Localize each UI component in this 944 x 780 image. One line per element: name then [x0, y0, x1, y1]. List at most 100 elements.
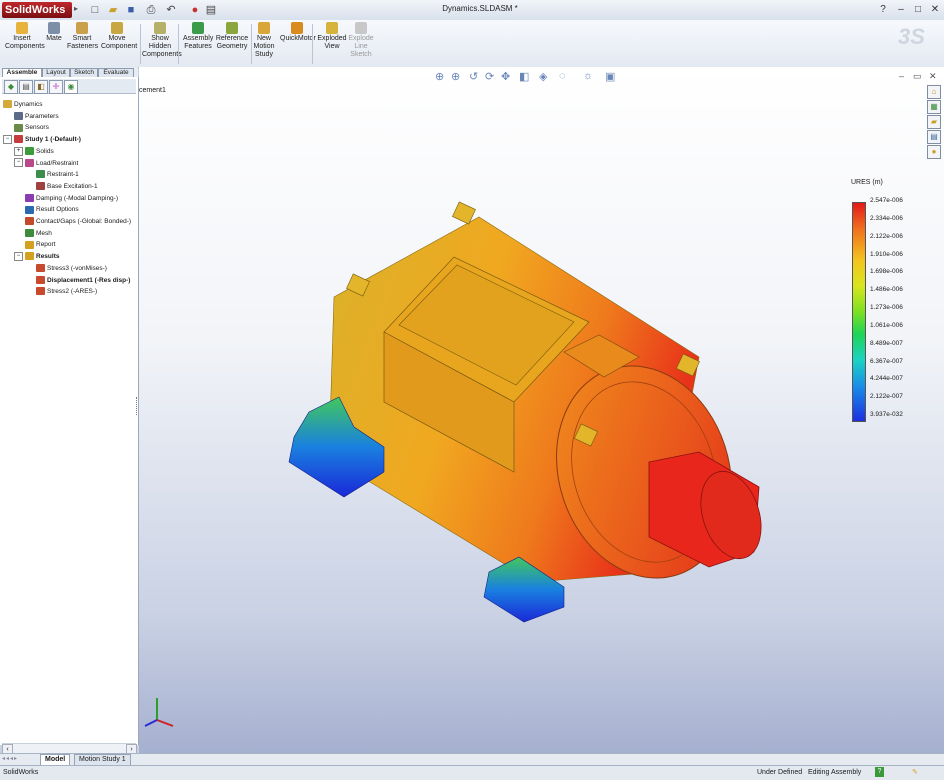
ribbon-label: Explode Line Sketch: [348, 35, 374, 58]
tree-node-icon: [25, 217, 34, 226]
solidworks-logo[interactable]: SolidWorks: [2, 2, 72, 18]
ribbon-button-new-motion-study[interactable]: New Motion Study: [253, 22, 275, 59]
tree-item-label: Load/Restraint: [36, 159, 79, 167]
tree-item-label: Mesh: [36, 229, 52, 237]
tree-item-label: Stress2 (-ARES-): [47, 288, 98, 296]
tree-node-icon: [25, 147, 34, 156]
tree-item-label: Study 1 (-Default-): [25, 136, 81, 144]
ribbon-icon: [355, 22, 367, 34]
ribbon-separator: [140, 24, 141, 64]
save-icon[interactable]: ■: [124, 3, 138, 17]
ribbon-icon: [258, 22, 270, 34]
collapse-icon[interactable]: −: [3, 134, 12, 144]
legend-tick-label: 4.244e-007: [870, 375, 903, 383]
ribbon-button-mate[interactable]: Mate: [44, 22, 64, 43]
ribbon-icon: [291, 22, 303, 34]
ribbon-icon: [16, 22, 28, 34]
legend-tick-label: 2.547e-006: [870, 197, 903, 204]
ribbon-button-insert-components[interactable]: Insert Components: [5, 22, 45, 51]
ribbon-icon: [326, 22, 338, 34]
tree-item-label: Result Options: [36, 206, 79, 214]
legend-tick-label: 1.910e-006: [870, 250, 903, 258]
print-icon[interactable]: ⎙: [144, 3, 158, 17]
ribbon-icon: [76, 22, 88, 34]
legend-title: URES (m): [851, 179, 883, 186]
status-help-icon[interactable]: ?: [875, 767, 884, 777]
tree-item[interactable]: − Study 1 (-Default-): [0, 134, 141, 145]
legend-color-bar: [852, 202, 866, 422]
tree-item[interactable]: + Solids: [0, 146, 152, 157]
tree-node-icon: [36, 170, 45, 179]
undo-icon[interactable]: ↶: [164, 3, 178, 17]
status-definition-state: Under Defined: [757, 769, 803, 776]
status-editing-mode: Editing Assembly: [808, 769, 862, 776]
ribbon-label: Insert Components: [5, 35, 45, 50]
graphics-viewport[interactable]: cement1 ⊕ ⊕ ↺ ⟳ ✥ ◧ ◈ ◌ ☼ ▣ – ▭ ✕ ⌂ ▦ ▰ …: [139, 67, 944, 753]
tree-item[interactable]: Parameters: [0, 111, 152, 122]
tree-item-label: Damping (-Modal Damping-): [36, 194, 118, 202]
menu-arrow-icon[interactable]: ▸: [74, 4, 82, 16]
ribbon-button-reference-geometry[interactable]: Reference Geometry: [215, 22, 249, 51]
feature-manager-icon[interactable]: ◆: [4, 80, 18, 94]
ribbon-label: Reference Geometry: [215, 35, 249, 50]
collapse-icon[interactable]: −: [14, 158, 23, 168]
legend-tick-label: 3.937e-032: [870, 411, 903, 418]
ribbon-label: Move Component: [101, 35, 138, 50]
tree-node-icon: [25, 228, 34, 237]
options-icon[interactable]: ▤: [204, 3, 218, 17]
help-icon[interactable]: ?: [876, 2, 890, 17]
open-folder-icon[interactable]: ▰: [106, 3, 120, 17]
tree-node-icon: [36, 275, 45, 284]
command-manager: Insert Components Mate Smart Fasteners Move Co…: [0, 20, 944, 68]
ribbon-button-assembly-features[interactable]: Assembly Features: [183, 22, 213, 51]
ribbon-button-quickmotor[interactable]: QuickMotor: [280, 22, 316, 43]
ribbon-icon: [48, 22, 60, 34]
tree-item[interactable]: Dynamics: [0, 99, 141, 110]
tree-node-icon: [25, 158, 34, 167]
ribbon-button-exploded-view[interactable]: Exploded View: [316, 22, 348, 51]
tree-item[interactable]: − Results: [0, 251, 152, 262]
close-button[interactable]: ✕: [928, 2, 942, 17]
tree-item[interactable]: − Load/Restraint: [0, 158, 152, 169]
dimxpert-icon[interactable]: ✛: [49, 80, 63, 94]
legend-tick-label: 6.367e-007: [870, 357, 903, 365]
ribbon-label: Smart Fasteners: [67, 35, 99, 50]
tree-node-icon: [25, 193, 34, 202]
legend-tick-label: 1.486e-006: [870, 286, 903, 294]
tree-node-icon: [25, 252, 34, 261]
tree-item[interactable]: Sensors: [0, 122, 152, 133]
status-pencil-icon: ✎: [912, 769, 918, 776]
ribbon-button-move-component[interactable]: Move Component: [101, 22, 137, 51]
ribbon-separator: [312, 24, 313, 64]
property-manager-icon[interactable]: ▤: [19, 80, 33, 94]
simulation-manager-icon[interactable]: ◉: [64, 80, 78, 94]
command-tab-bar: Assemble Layout Sketch Evaluate: [0, 67, 138, 78]
ribbon-icon: [111, 22, 123, 34]
legend-tick-label: 1.273e-006: [870, 304, 903, 311]
feature-manager-panel: ◆ ▤ ◧ ✛ ◉ Dynamics Parameters Sensors − Stud…: [0, 77, 139, 745]
legend-tick-label: 8.489e-007: [870, 339, 903, 347]
tree-item-label: Dynamics: [14, 101, 43, 108]
expand-icon[interactable]: +: [14, 146, 23, 156]
axis-triad-icon: [144, 698, 174, 727]
tree-node-icon: [25, 205, 34, 214]
restore-button[interactable]: □: [911, 2, 925, 17]
minimize-button[interactable]: –: [894, 2, 908, 17]
tree-node-icon: [14, 135, 23, 144]
new-document-icon[interactable]: □: [88, 3, 102, 17]
tree-item-label: Displacement1 (-Res disp-): [47, 276, 131, 284]
tree-item-label: Sensors: [25, 124, 49, 132]
configuration-manager-icon[interactable]: ◧: [34, 80, 48, 94]
tab-scroll-arrows-icon[interactable]: ◂◂◂▸: [2, 755, 18, 762]
ribbon-label: QuickMotor: [280, 35, 316, 42]
ribbon-label: Exploded View: [317, 35, 347, 50]
ribbon-button-show-hidden-components[interactable]: Show Hidden Components: [142, 22, 182, 59]
ribbon-button-smart-fasteners[interactable]: Smart Fasteners: [67, 22, 99, 51]
motor-model-render[interactable]: [139, 67, 944, 753]
ribbon-button-explode-line-sketch[interactable]: Explode Line Sketch: [348, 22, 374, 59]
collapse-icon[interactable]: −: [14, 251, 23, 261]
tree-item-label: Stress3 (-vonMises-): [47, 264, 107, 272]
ribbon-separator: [178, 24, 179, 64]
rebuild-icon[interactable]: ●: [188, 3, 202, 17]
legend-tick-label: 1.061e-006: [870, 321, 903, 329]
